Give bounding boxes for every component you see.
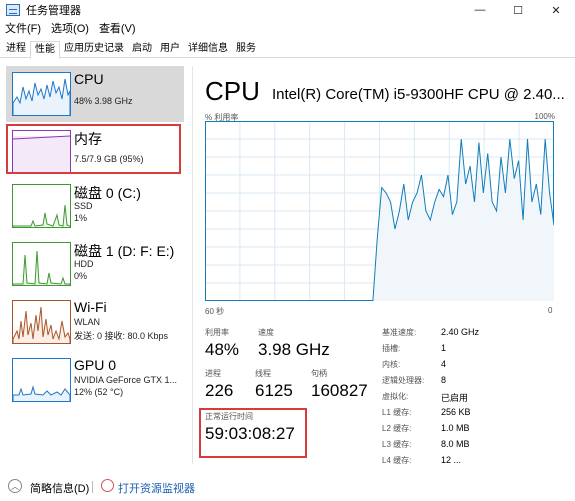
tab-processes[interactable]: 进程 — [2, 41, 30, 57]
sidebar-cpu-name: CPU — [74, 71, 104, 87]
sidebar-cpu-stats: 48% 3.98 GHz — [74, 96, 133, 106]
tab-details[interactable]: 详细信息 — [184, 41, 232, 57]
sidebar-wifi-throughput: 发送: 0 接收: 80.0 Kbps — [74, 331, 169, 341]
detail-value-virtualization: 已启用 — [441, 393, 469, 403]
detail-value-logical-processors: 8 — [441, 375, 447, 385]
footer-bar: ︿ 简略信息(D) 打开资源监视器 — [0, 473, 575, 501]
detail-value-l4-cache: 12 ... — [441, 455, 462, 465]
tab-bar: 进程 性能 应用历史记录 启动 用户 详细信息 服务 — [0, 41, 575, 59]
detail-key-cores: 内核: — [382, 360, 401, 369]
sidebar-disk0-name: 磁盘 0 (C:) — [74, 185, 141, 201]
cpu-model: Intel(R) Core(TM) i5-9300HF CPU @ 2.40..… — [272, 86, 565, 103]
detail-key-sockets: 插槽: — [382, 344, 401, 353]
page-title: CPU — [205, 76, 260, 106]
window-title: 任务管理器 — [26, 5, 81, 17]
threads-label: 线程 — [255, 369, 271, 378]
disk0-thumbnail-graph — [12, 184, 71, 228]
maximize-button[interactable]: ☐ — [499, 0, 537, 20]
utilization-label: 利用率 — [205, 328, 229, 337]
sidebar-gpu-name: GPU 0 — [74, 357, 117, 373]
sidebar-item-disk0[interactable]: 磁盘 0 (C:) SSD 1% — [6, 178, 184, 234]
sidebar-gpu-usage: 12% (52 °C) — [74, 387, 124, 397]
speed-label: 速度 — [258, 328, 274, 337]
cpu-utilization-graph — [205, 121, 555, 302]
sidebar-item-gpu[interactable]: GPU 0 NVIDIA GeForce GTX 1... 12% (52 °C… — [6, 352, 184, 408]
sidebar-item-disk1[interactable]: 磁盘 1 (D: F: E:) HDD 0% — [6, 236, 184, 292]
task-manager-icon — [6, 4, 20, 16]
detail-value-base-speed: 2.40 GHz — [441, 327, 480, 337]
gpu-thumbnail-graph — [12, 358, 71, 402]
tab-app-history[interactable]: 应用历史记录 — [60, 41, 128, 57]
detail-value-l1-cache: 256 KB — [441, 407, 471, 417]
disk1-thumbnail-graph — [12, 242, 71, 286]
processes-label: 进程 — [205, 369, 221, 378]
detail-key-virtualization: 虚拟化: — [382, 392, 409, 401]
footer-divider — [92, 481, 93, 493]
sidebar-disk1-name: 磁盘 1 (D: F: E:) — [74, 243, 175, 259]
graph-time-label: 60 秒 — [205, 307, 225, 316]
uptime-highlight-box — [199, 408, 307, 458]
detail-value-l2-cache: 1.0 MB — [441, 423, 470, 433]
title-bar: 任务管理器 — ☐ ✕ — [0, 0, 575, 20]
detail-key-logical-processors: 逻辑处理器: — [382, 376, 425, 385]
sidebar-disk0-usage: 1% — [74, 213, 88, 223]
detail-value-sockets: 1 — [441, 343, 447, 353]
memory-highlight-box — [6, 124, 181, 174]
graph-min-label: 0 — [548, 306, 553, 315]
tab-performance[interactable]: 性能 — [30, 41, 60, 59]
detail-key-l1-cache: L1 缓存: — [382, 408, 412, 417]
detail-value-l3-cache: 8.0 MB — [441, 439, 470, 449]
menu-options[interactable]: 选项(O) — [46, 21, 94, 37]
detail-value-cores: 4 — [441, 359, 447, 369]
tab-services[interactable]: 服务 — [232, 41, 260, 57]
detail-key-base-speed: 基准速度: — [382, 328, 417, 337]
menu-bar: 文件(F) 选项(O) 查看(V) — [0, 21, 141, 37]
open-resource-monitor-link[interactable]: 打开资源监视器 — [118, 480, 195, 496]
resource-monitor-icon[interactable] — [101, 479, 114, 492]
sidebar-item-cpu[interactable]: CPU 48% 3.98 GHz — [6, 66, 184, 122]
processes-value: 226 — [205, 381, 234, 400]
sidebar-wifi-adapter: WLAN — [74, 317, 101, 327]
minimize-button[interactable]: — — [461, 0, 499, 20]
menu-file[interactable]: 文件(F) — [0, 21, 46, 37]
cpu-graph-svg — [205, 121, 555, 302]
sidebar-disk0-type: SSD — [74, 201, 93, 211]
tab-users[interactable]: 用户 — [156, 41, 184, 57]
utilization-value: 48% — [205, 340, 240, 359]
graph-max-label: 100% — [534, 112, 555, 121]
menu-view[interactable]: 查看(V) — [94, 21, 141, 37]
wifi-thumbnail-graph — [12, 300, 71, 344]
tab-startup[interactable]: 启动 — [128, 41, 156, 57]
sidebar-disk1-usage: 0% — [74, 271, 88, 281]
threads-value: 6125 — [255, 381, 293, 400]
fewer-details-link[interactable]: 简略信息(D) — [30, 480, 89, 496]
detail-key-l2-cache: L2 缓存: — [382, 424, 412, 433]
detail-key-l4-cache: L4 缓存: — [382, 456, 412, 465]
sidebar-item-wifi[interactable]: Wi-Fi WLAN 发送: 0 接收: 80.0 Kbps — [6, 294, 184, 350]
sidebar-gpu-model: NVIDIA GeForce GTX 1... — [74, 375, 178, 385]
sidebar-wifi-name: Wi-Fi — [74, 299, 107, 315]
speed-value: 3.98 GHz — [258, 340, 330, 359]
detail-key-l3-cache: L3 缓存: — [382, 440, 412, 449]
close-button[interactable]: ✕ — [537, 0, 575, 20]
cpu-thumbnail-graph — [12, 72, 71, 116]
handles-value: 160827 — [311, 381, 368, 400]
chevron-up-icon[interactable]: ︿ — [8, 479, 22, 493]
sidebar-disk1-type: HDD — [74, 259, 94, 269]
handles-label: 句柄 — [311, 369, 327, 378]
